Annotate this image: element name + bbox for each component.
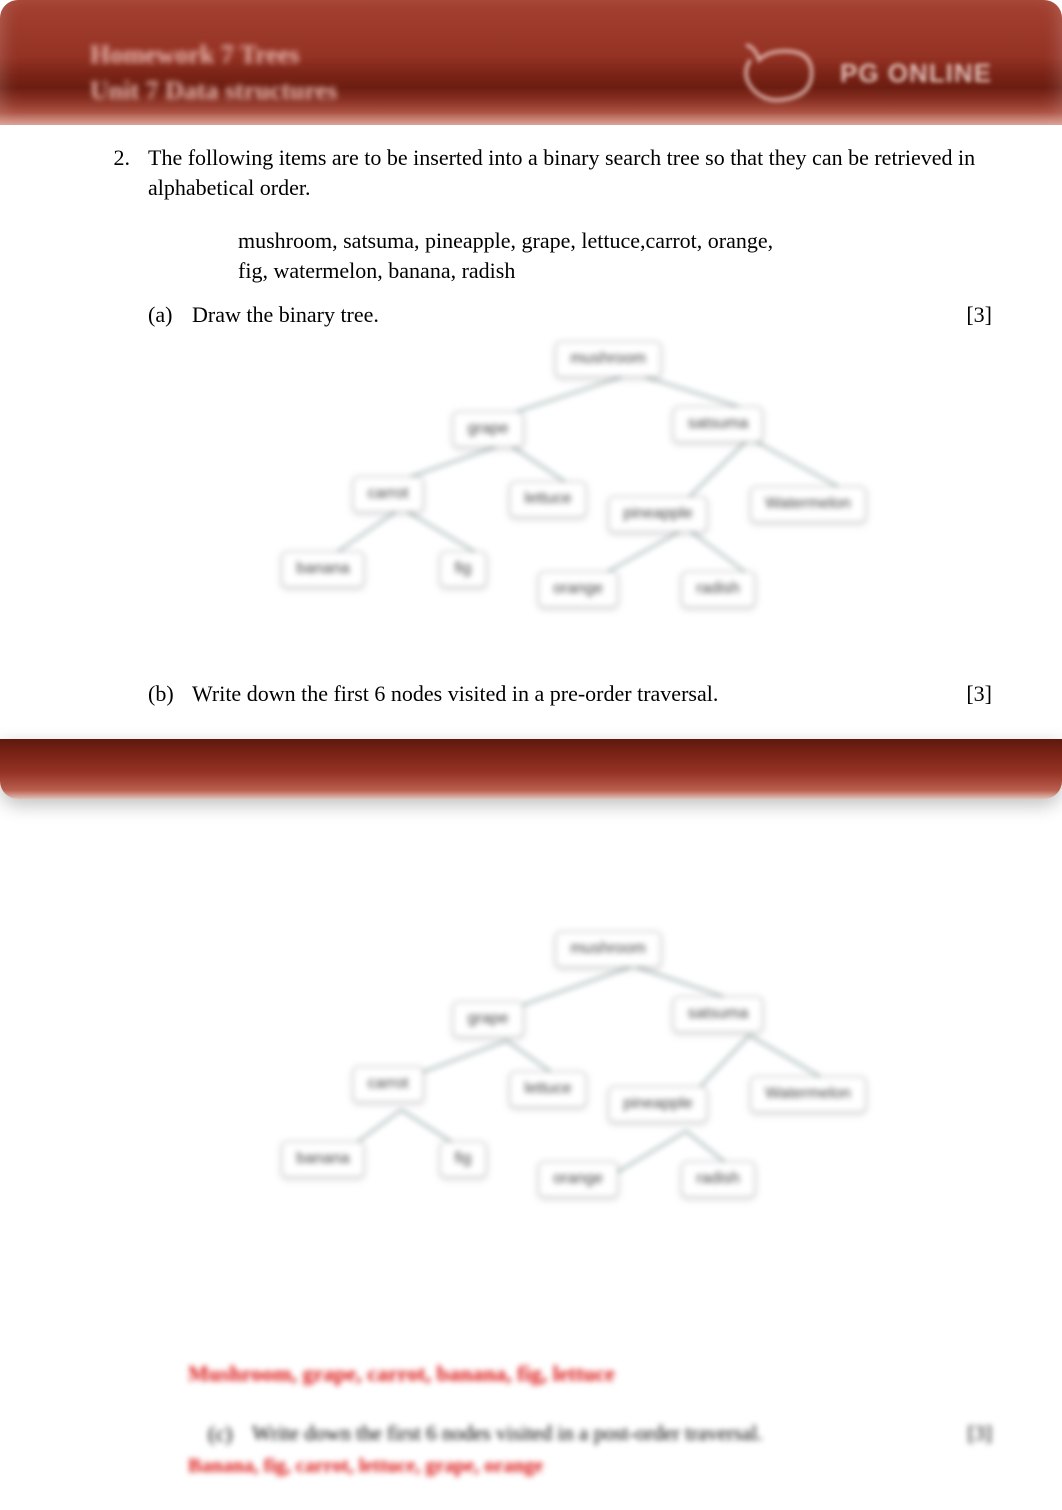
tree-node-mushroom: mushroom (555, 342, 661, 378)
tree-node-carrot: carrot (353, 1066, 424, 1102)
tree-node-fig: fig (440, 552, 487, 588)
brand-text: PG ONLINE (840, 58, 992, 89)
tree-node-grape: grape (453, 412, 524, 448)
tree-node-lettuce: lettuce (509, 1071, 586, 1107)
tree-node-fig: fig (440, 1141, 487, 1177)
tree-node-mushroom: mushroom (555, 931, 661, 967)
tree-node-lettuce: lettuce (509, 482, 586, 518)
part-b-text: Write down the first 6 nodes visited in … (192, 679, 932, 709)
question-number: 2. (70, 143, 148, 173)
tree-node-satsuma: satsuma (673, 996, 763, 1032)
part-a-text: Draw the binary tree. (192, 300, 932, 330)
binary-tree-diagram-a: mushroom grape satsuma carrot lettuce pineapp… (148, 329, 992, 629)
header-line2: Unit 7 Data structures (90, 76, 337, 106)
tree-node-grape: grape (453, 1001, 524, 1037)
part-b-marks: [3] (932, 679, 992, 709)
part-c-text: Write down the first 6 nodes visited in … (252, 1419, 932, 1447)
item-list: mushroom, satsuma, pineapple, grape, let… (238, 226, 798, 285)
part-b-label: (b) (148, 679, 192, 709)
tree-node-pineapple: pineapple (608, 1086, 707, 1122)
question-block-bottom: mushroom grape satsuma carrot lettuce pineapp… (0, 799, 1062, 1509)
tree-node-pineapple: pineapple (608, 497, 707, 533)
mouse-icon (736, 38, 826, 108)
question-stem: The following items are to be inserted i… (148, 145, 975, 200)
binary-tree-diagram-b: mushroom grape satsuma carrot lettuce pineapp… (148, 919, 992, 1239)
tree-node-watermelon: Watermelon (750, 1076, 866, 1112)
part-a-marks: [3] (932, 300, 992, 330)
worksheet-header: Homework 7 Trees Unit 7 Data structures … (0, 0, 1062, 125)
tree-node-orange: orange (538, 572, 618, 608)
tree-node-carrot: carrot (353, 477, 424, 513)
brand-logo: PG ONLINE (736, 38, 992, 108)
section-divider-band (0, 739, 1062, 799)
question-block-top: 2. The following items are to be inserte… (0, 125, 1062, 739)
answer-c-text: Banana, fig, carrot, lettuce, grape, ora… (188, 1453, 992, 1480)
header-titles: Homework 7 Trees Unit 7 Data structures (90, 40, 337, 106)
part-a-label: (a) (148, 300, 192, 330)
tree-node-satsuma: satsuma (673, 407, 763, 443)
tree-node-banana: banana (281, 552, 364, 588)
tree-node-banana: banana (281, 1141, 364, 1177)
tree-node-radish: radish (681, 1161, 755, 1197)
tree-node-radish: radish (681, 572, 755, 608)
answer-b-text: Mushroom, grape, carrot, banana, fig, le… (188, 1359, 992, 1389)
header-line1: Homework 7 Trees (90, 40, 337, 70)
part-c-label: (c) (208, 1419, 252, 1449)
tree-node-orange: orange (538, 1161, 618, 1197)
tree-node-watermelon: Watermelon (750, 487, 866, 523)
part-c-marks: [3] (932, 1419, 992, 1447)
